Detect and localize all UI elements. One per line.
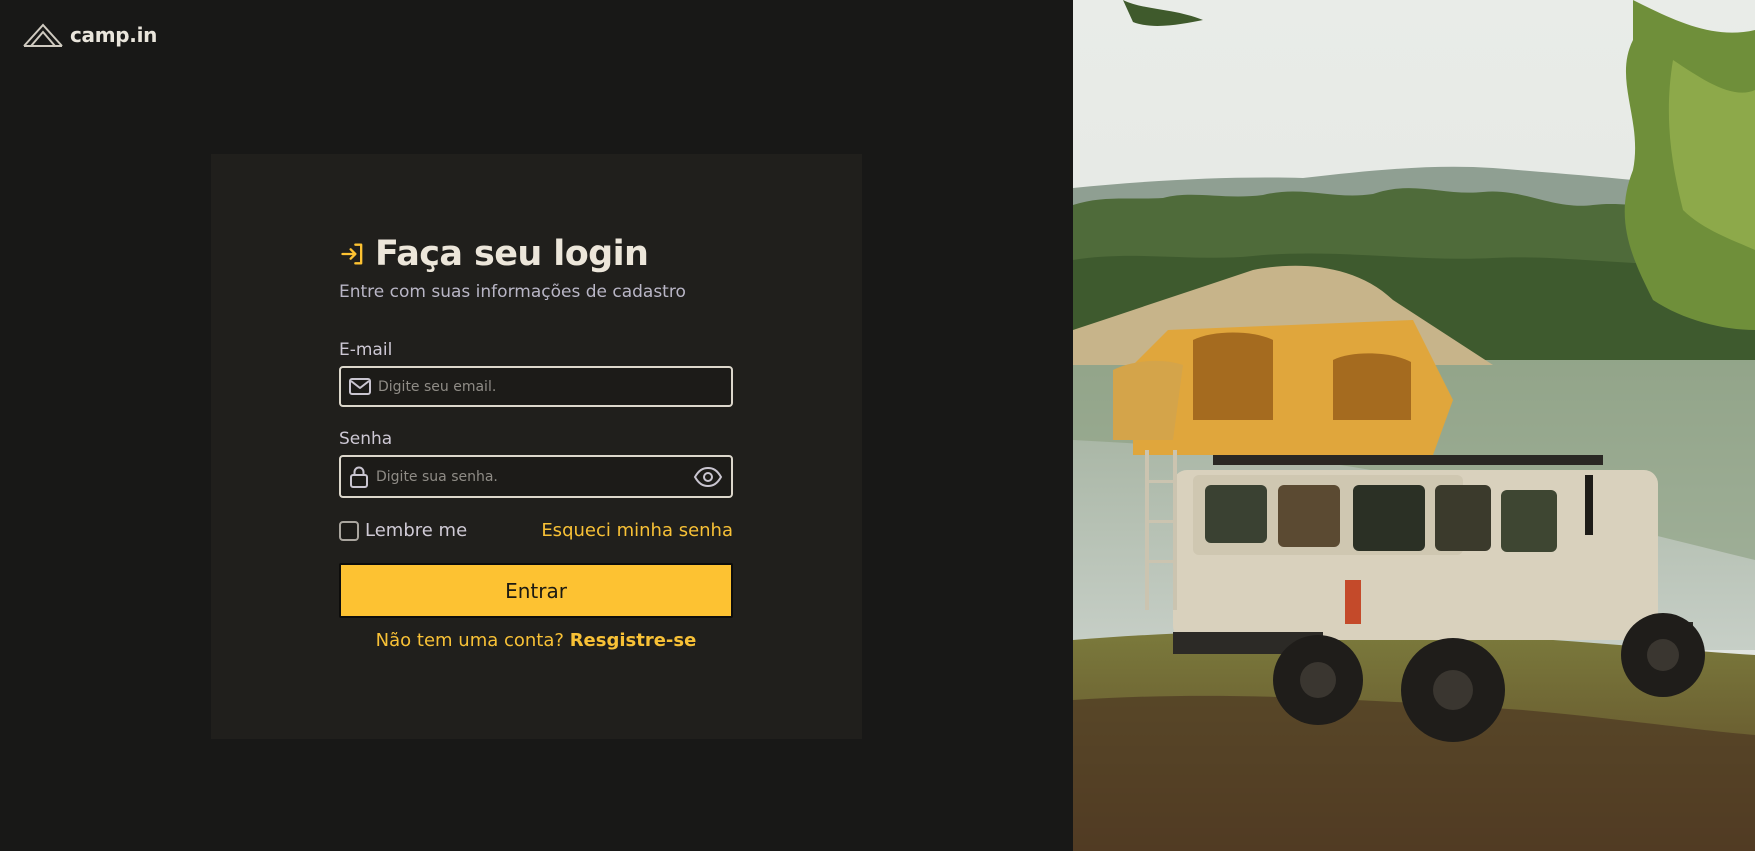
submit-button[interactable]: Entrar [339,563,733,618]
password-label: Senha [339,429,393,449]
page-title: Faça seu login [375,234,649,274]
mail-icon [349,377,371,395]
remember-me[interactable]: Lembre me [339,520,467,541]
no-account-text: Não tem uma conta? [375,630,564,651]
login-arrow-icon [341,243,363,265]
camping-car-illustration [1073,0,1755,851]
password-input[interactable] [376,468,687,485]
password-field[interactable] [339,455,733,498]
title-row: Faça seu login [339,234,733,274]
hero-image [1073,0,1755,851]
email-field[interactable] [339,366,733,407]
login-form: Faça seu login Entre com suas informaçõe… [339,234,733,651]
register-row: Não tem uma conta? Resgistre-se [339,630,733,651]
register-link[interactable]: Resgistre-se [570,630,697,651]
tent-logo-icon [23,23,63,47]
login-pane: camp.in Faça seu login Entre com suas in… [0,0,1073,851]
email-input[interactable] [378,378,723,395]
brand-name: camp.in [70,23,158,47]
login-card: Faça seu login Entre com suas informaçõe… [211,154,862,739]
eye-icon[interactable] [693,466,723,488]
page-subtitle: Entre com suas informações de cadastro [339,282,686,302]
remember-checkbox[interactable] [339,520,359,541]
forgot-password-link[interactable]: Esqueci minha senha [541,520,733,541]
email-label: E-mail [339,340,393,360]
remember-label: Lembre me [365,520,468,541]
options-row: Lembre me Esqueci minha senha [339,520,733,541]
brand-logo[interactable]: camp.in [22,22,157,48]
lock-icon [350,466,368,488]
